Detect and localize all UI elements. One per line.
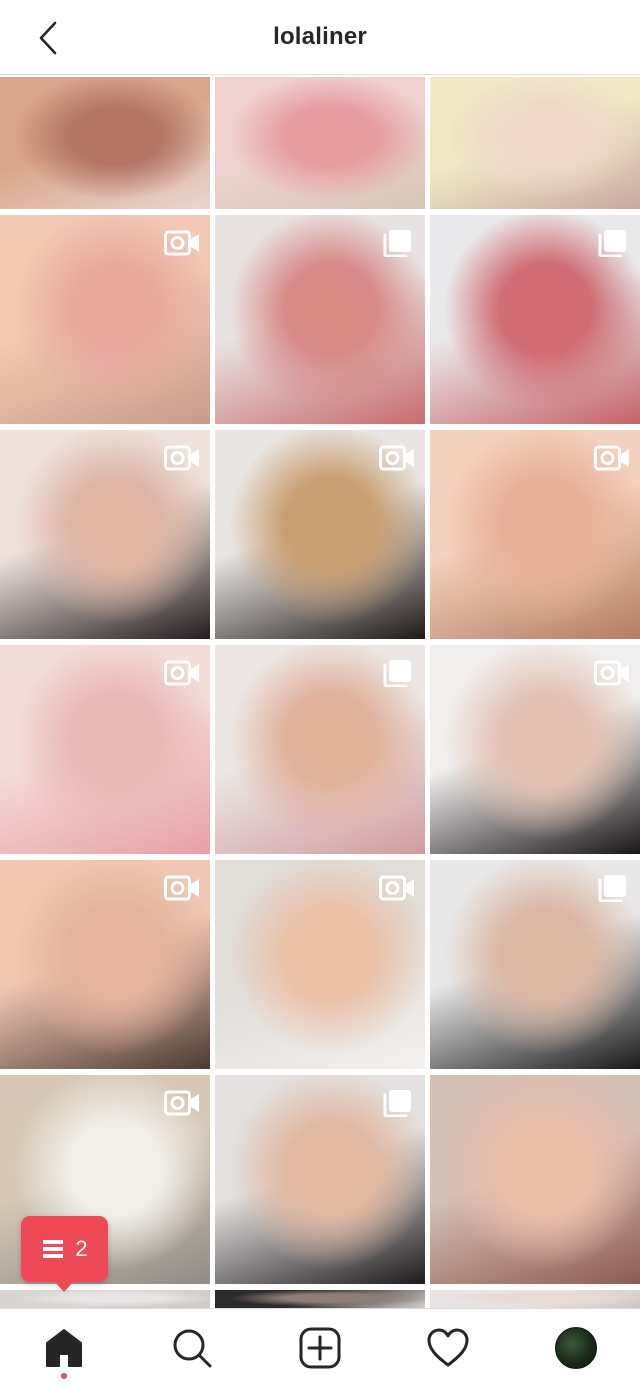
post-image [215,77,425,209]
nav-profile[interactable] [544,1316,608,1380]
posts-grid [0,77,640,1308]
video-icon [164,444,200,472]
video-icon [379,874,415,902]
post-image [215,1290,425,1308]
post-thumbnail[interactable] [430,860,640,1069]
carousel-icon [379,229,415,257]
video-icon [164,229,200,257]
search-icon [173,1329,212,1367]
bottom-navigation [0,1308,640,1386]
carousel-icon [379,659,415,687]
post-thumbnail[interactable] [430,1075,640,1284]
chevron-left-icon [39,21,57,55]
home-active-dot [61,1372,67,1379]
post-thumbnail[interactable] [430,77,640,209]
back-button[interactable] [28,18,68,58]
post-thumbnail[interactable] [215,645,425,854]
profile-header: lolaliner [0,0,640,75]
video-icon [164,659,200,687]
home-icon [46,1328,82,1367]
video-icon [594,444,630,472]
post-thumbnail[interactable] [215,215,425,424]
profile-avatar [555,1326,597,1369]
post-image [430,1290,640,1308]
post-thumbnail[interactable] [215,430,425,639]
post-image [430,1075,640,1284]
post-thumbnail[interactable] [430,1290,640,1308]
post-thumbnail[interactable] [0,215,210,424]
post-thumbnail[interactable] [215,77,425,209]
notification-count: 2 [75,1236,88,1261]
video-icon [164,1089,200,1117]
new-post-icon [299,1327,341,1368]
nav-home[interactable] [32,1316,96,1380]
video-icon [164,874,200,902]
post-thumbnail[interactable] [0,430,210,639]
post-thumbnail[interactable] [0,645,210,854]
post-thumbnail[interactable] [430,645,640,854]
nav-activity[interactable] [416,1316,480,1380]
post-thumbnail[interactable] [0,1290,210,1308]
post-thumbnail[interactable] [0,860,210,1069]
post-thumbnail[interactable] [0,77,210,209]
video-icon [594,659,630,687]
video-icon [379,444,415,472]
nav-search[interactable] [160,1316,224,1380]
post-image [0,1290,210,1308]
carousel-icon [594,874,630,902]
carousel-icon [379,1089,415,1117]
post-thumbnail[interactable] [430,430,640,639]
post-thumbnail[interactable] [430,215,640,424]
post-thumbnail[interactable] [215,1290,425,1308]
nav-new-post[interactable] [288,1316,352,1380]
activity-notification-badge[interactable]: 2 [21,1216,108,1282]
profile-username: lolaliner [273,23,367,50]
activity-feed-icon [43,1240,64,1258]
post-image [0,77,210,209]
post-thumbnail[interactable] [215,1075,425,1284]
heart-icon [427,1328,469,1366]
notification-badge-tail [53,1280,75,1292]
post-thumbnail[interactable] [215,860,425,1069]
carousel-icon [594,229,630,257]
post-image [430,77,640,209]
